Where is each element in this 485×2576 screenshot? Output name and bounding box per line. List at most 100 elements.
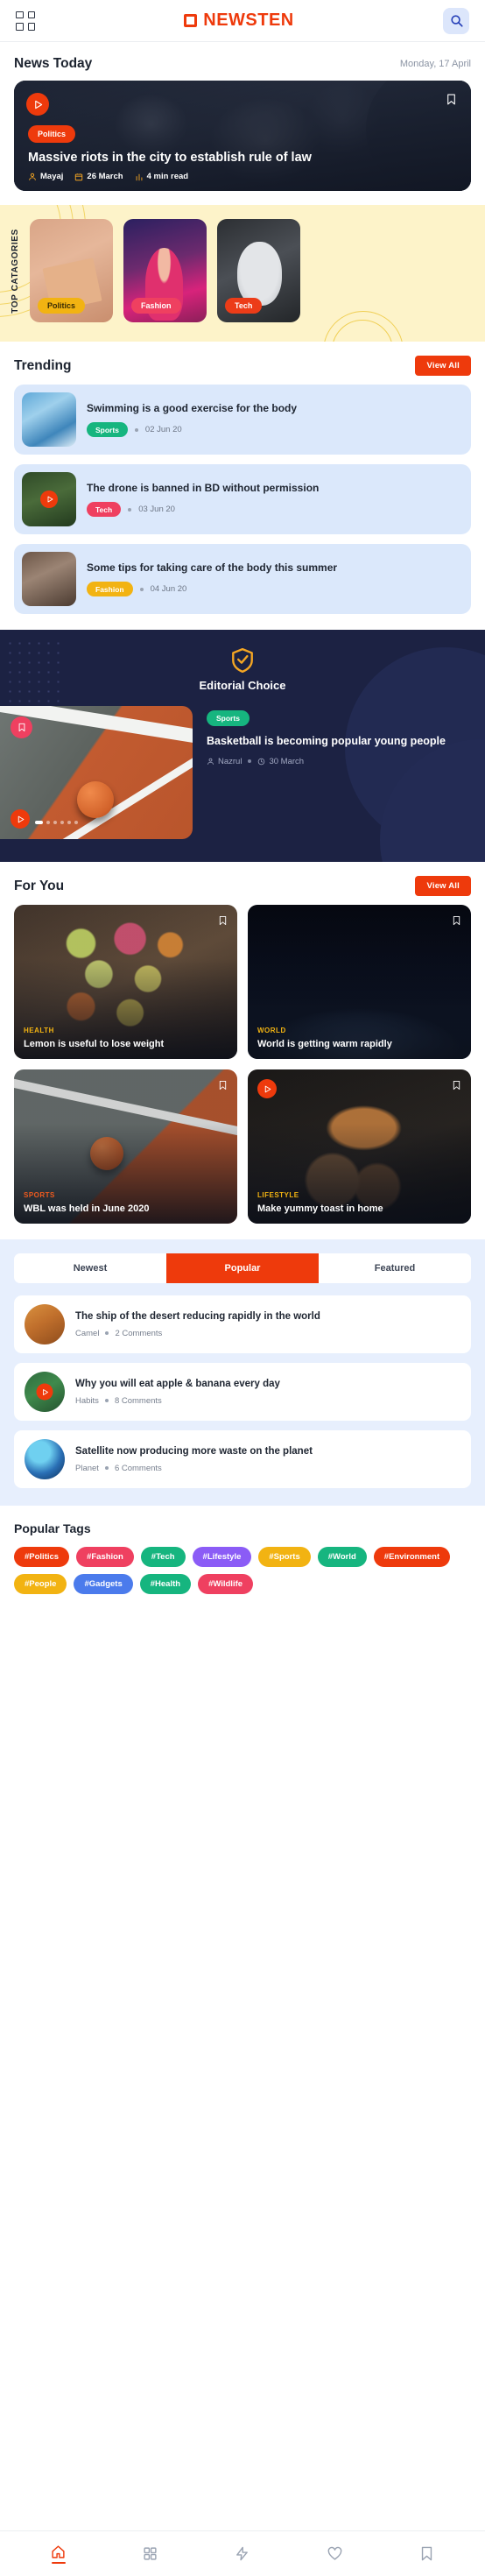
carousel-dot[interactable] bbox=[67, 821, 71, 824]
editorial-meta: Nazrul 30 March bbox=[207, 757, 471, 766]
tag-chip-sports[interactable]: #Sports bbox=[258, 1547, 311, 1567]
carousel-dot[interactable] bbox=[60, 821, 64, 824]
tag-chip-world[interactable]: #World bbox=[317, 1547, 367, 1567]
trending-item[interactable]: Some tips for taking care of the body th… bbox=[14, 544, 471, 614]
popular-tags-row: #Politics #Fashion #Tech #Lifestyle #Spo… bbox=[14, 1547, 471, 1594]
carousel-dot-active[interactable] bbox=[35, 821, 43, 824]
for-you-header: For You View All bbox=[0, 862, 485, 905]
for-you-card[interactable]: HEALTH Lemon is useful to lose weight bbox=[14, 905, 237, 1059]
category-card-politics[interactable]: Politics bbox=[30, 219, 113, 322]
trending-play-button[interactable] bbox=[40, 490, 58, 508]
editorial-choice-section: Editorial Choice Sports Basketball is be… bbox=[0, 630, 485, 862]
for-you-kicker: WORLD bbox=[257, 1026, 286, 1034]
heart-icon bbox=[327, 2546, 342, 2560]
carousel-dot[interactable] bbox=[46, 821, 50, 824]
hero-headline: Massive riots in the city to establish r… bbox=[28, 150, 312, 165]
for-you-kicker: LIFESTYLE bbox=[257, 1190, 299, 1199]
tag-chip-lifestyle[interactable]: #Lifestyle bbox=[192, 1547, 252, 1567]
menu-grid-icon[interactable] bbox=[16, 11, 35, 31]
tag-chip-gadgets[interactable]: #Gadgets bbox=[74, 1574, 133, 1594]
hero-play-button[interactable] bbox=[26, 93, 49, 116]
for-you-card[interactable]: LIFESTYLE Make yummy toast in home bbox=[248, 1069, 471, 1224]
for-you-card-title: WBL was held in June 2020 bbox=[24, 1203, 150, 1214]
for-you-card[interactable]: WORLD World is getting warm rapidly bbox=[248, 905, 471, 1059]
trending-view-all-button[interactable]: View All bbox=[415, 356, 471, 376]
for-you-content: WORLD World is getting warm rapidly bbox=[257, 1027, 461, 1050]
popular-item-meta: Planet 6 Comments bbox=[75, 1464, 460, 1473]
category-badge-fashion: Fashion bbox=[131, 298, 181, 314]
calendar-icon bbox=[75, 173, 83, 180]
home-icon bbox=[52, 2544, 65, 2558]
trending-item-tag[interactable]: Tech bbox=[87, 502, 122, 518]
nav-item-home[interactable] bbox=[51, 2544, 66, 2564]
tag-chip-health[interactable]: #Health bbox=[139, 1574, 192, 1594]
category-card-fashion[interactable]: Fashion bbox=[123, 219, 207, 322]
carousel-dot[interactable] bbox=[74, 821, 78, 824]
search-icon bbox=[450, 15, 463, 27]
trending-item-date: 03 Jun 20 bbox=[138, 505, 175, 515]
hero-date: 26 March bbox=[74, 172, 123, 181]
popular-tags-section: Popular Tags #Politics #Fashion #Tech #L… bbox=[0, 1506, 485, 1615]
tag-chip-tech[interactable]: #Tech bbox=[140, 1547, 186, 1567]
trending-item[interactable]: Swimming is a good exercise for the body… bbox=[14, 385, 471, 455]
for-you-bookmark-button[interactable] bbox=[218, 1079, 228, 1096]
carousel-dots[interactable] bbox=[35, 821, 78, 824]
tab-newest[interactable]: Newest bbox=[14, 1253, 166, 1283]
trending-item-meta: Tech 03 Jun 20 bbox=[87, 502, 463, 518]
popular-item[interactable]: The ship of the desert reducing rapidly … bbox=[14, 1295, 471, 1353]
category-card-tech[interactable]: Tech bbox=[217, 219, 300, 322]
popular-item[interactable]: Satellite now producing more waste on th… bbox=[14, 1430, 471, 1488]
bookmark-icon bbox=[453, 915, 460, 926]
popular-item[interactable]: Why you will eat apple & banana every da… bbox=[14, 1363, 471, 1421]
hero-bookmark-button[interactable] bbox=[446, 92, 457, 111]
tag-chip-people[interactable]: #People bbox=[14, 1574, 67, 1594]
popular-play-button[interactable] bbox=[36, 1383, 53, 1401]
carousel-dot[interactable] bbox=[53, 821, 57, 824]
popular-item-comments: 2 Comments bbox=[115, 1328, 163, 1338]
for-you-kicker: SPORTS bbox=[24, 1190, 55, 1199]
trending-item-tag[interactable]: Sports bbox=[87, 422, 128, 438]
for-you-card-title: Lemon is useful to lose weight bbox=[24, 1038, 165, 1049]
editorial-play-button[interactable] bbox=[11, 809, 30, 829]
popular-content: Why you will eat apple & banana every da… bbox=[75, 1378, 460, 1406]
tab-popular[interactable]: Popular bbox=[166, 1253, 319, 1283]
for-you-bookmark-button[interactable] bbox=[452, 1079, 461, 1096]
nav-item-trending[interactable] bbox=[235, 2546, 250, 2561]
tag-chip-wildlife[interactable]: #Wildlife bbox=[198, 1574, 254, 1594]
categories-scroller[interactable]: Politics Fashion Tech bbox=[30, 219, 300, 322]
editorial-date: 30 March bbox=[257, 757, 304, 766]
trending-item[interactable]: The drone is banned in BD without permis… bbox=[14, 464, 471, 534]
editorial-bookmark-button[interactable] bbox=[11, 716, 32, 738]
for-you-play-button[interactable] bbox=[257, 1079, 277, 1098]
for-you-grid: HEALTH Lemon is useful to lose weight WO… bbox=[0, 905, 485, 1239]
editorial-card[interactable]: Sports Basketball is becoming popular yo… bbox=[0, 706, 485, 839]
for-you-card[interactable]: SPORTS WBL was held in June 2020 bbox=[14, 1069, 237, 1224]
hero-content: Politics Massive riots in the city to es… bbox=[28, 124, 457, 181]
for-you-view-all-button[interactable]: View All bbox=[415, 876, 471, 896]
tag-chip-politics[interactable]: #Politics bbox=[14, 1547, 70, 1567]
popular-item-comments: 8 Comments bbox=[114, 1395, 162, 1406]
popular-tags-title: Popular Tags bbox=[14, 1521, 91, 1535]
tab-featured[interactable]: Featured bbox=[319, 1253, 471, 1283]
for-you-bookmark-button[interactable] bbox=[218, 914, 228, 931]
for-you-bookmark-button[interactable] bbox=[452, 914, 461, 931]
nav-item-bookmarks[interactable] bbox=[419, 2546, 434, 2561]
editorial-tag[interactable]: Sports bbox=[207, 710, 250, 726]
separator-dot bbox=[134, 427, 138, 432]
trending-item-date: 02 Jun 20 bbox=[144, 425, 182, 435]
nav-item-categories[interactable] bbox=[143, 2546, 158, 2561]
bottom-navigation bbox=[0, 2530, 485, 2576]
trending-item-tag[interactable]: Fashion bbox=[87, 582, 133, 597]
separator-dot bbox=[248, 759, 252, 764]
basketball-graphic bbox=[77, 780, 114, 818]
hero-card[interactable]: Politics Massive riots in the city to es… bbox=[14, 81, 471, 191]
tag-chip-fashion[interactable]: #Fashion bbox=[76, 1547, 134, 1567]
nav-item-favorites[interactable] bbox=[327, 2546, 342, 2561]
popular-content: The ship of the desert reducing rapidly … bbox=[75, 1310, 460, 1338]
trending-header: Trending View All bbox=[0, 342, 485, 385]
popular-item-comments: 6 Comments bbox=[114, 1463, 162, 1473]
search-button[interactable] bbox=[443, 7, 469, 34]
hero-category-badge[interactable]: Politics bbox=[28, 124, 76, 143]
play-icon bbox=[18, 815, 25, 822]
tag-chip-environment[interactable]: #Environment bbox=[373, 1547, 451, 1567]
